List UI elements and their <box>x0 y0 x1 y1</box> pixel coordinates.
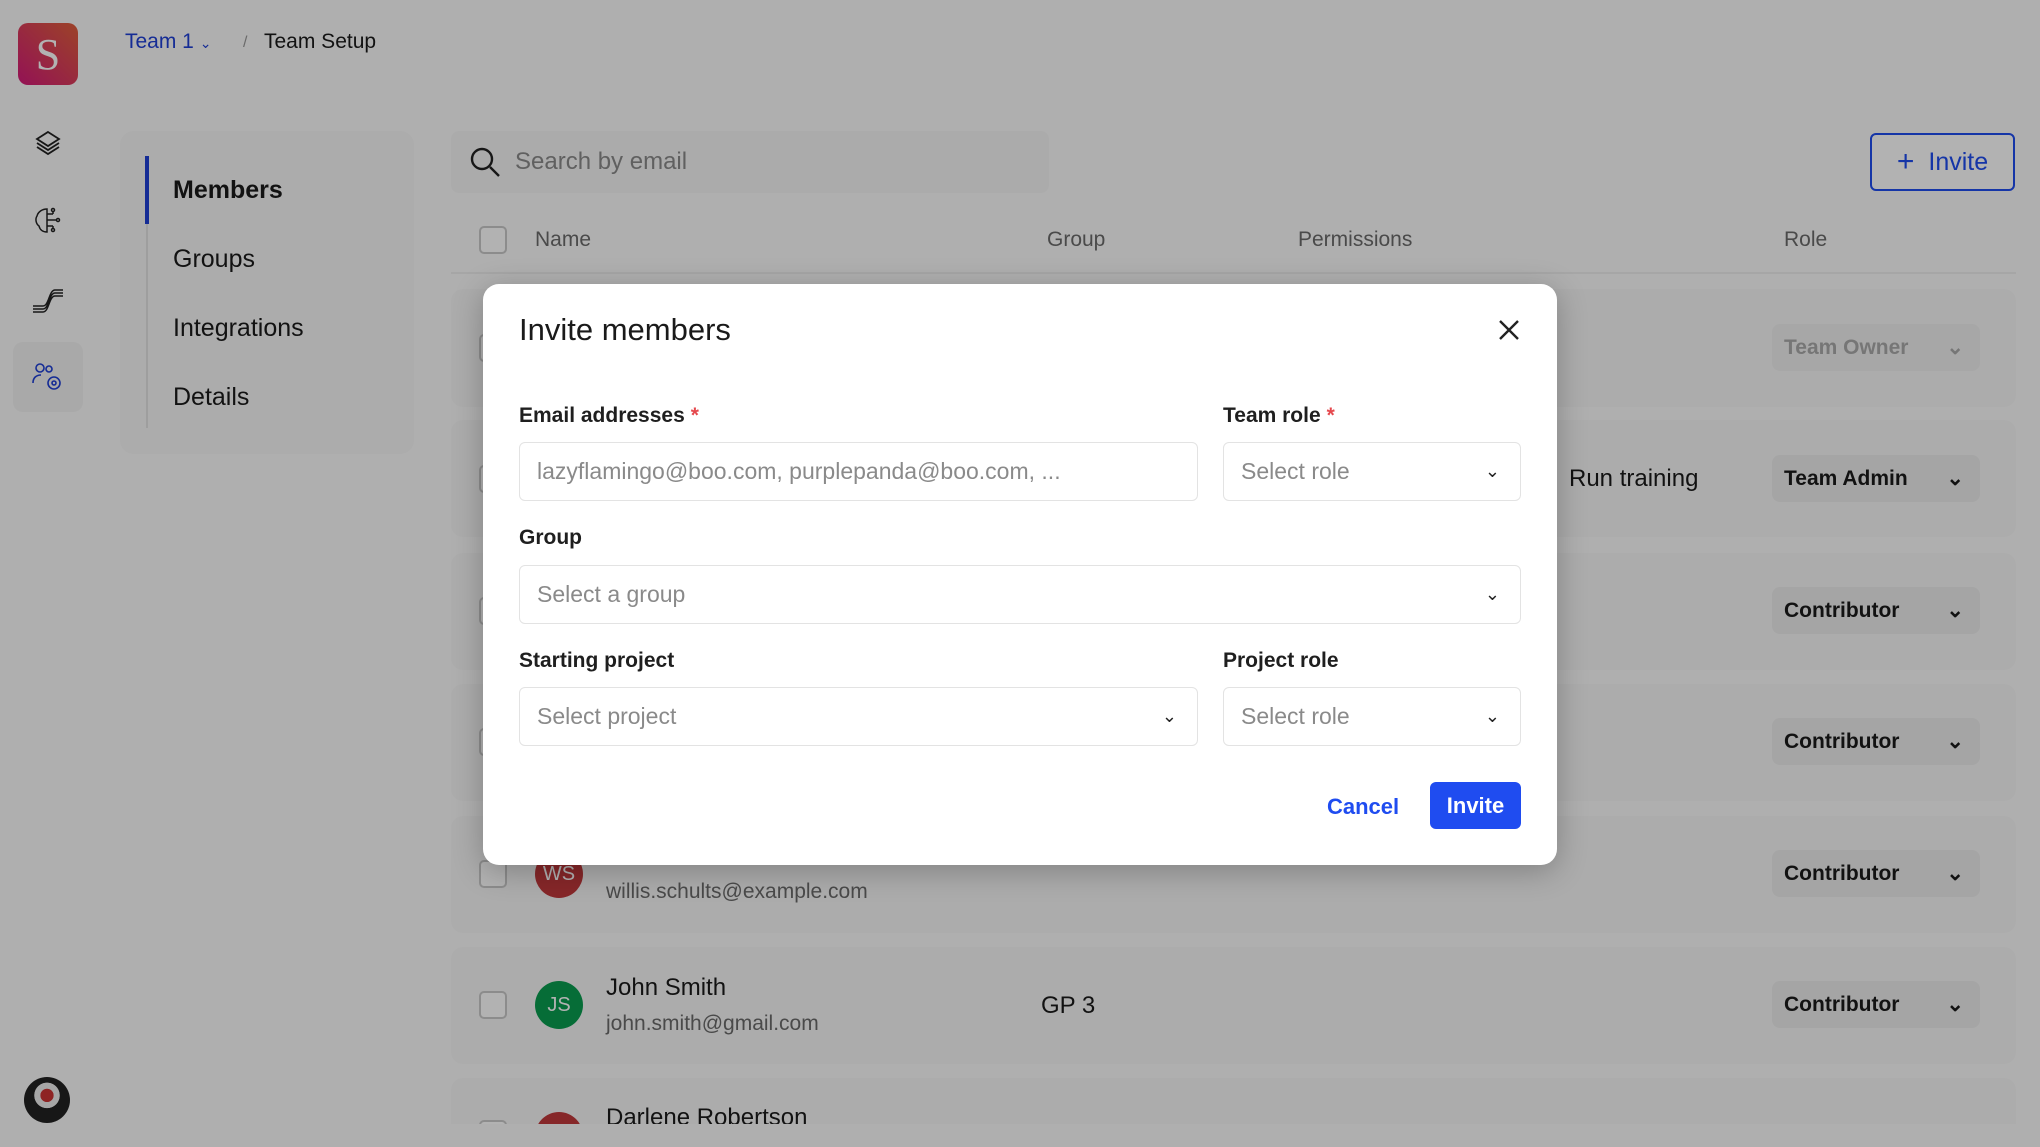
group-select[interactable]: Select a group ⌄ <box>519 565 1521 624</box>
invite-submit-button[interactable]: Invite <box>1430 782 1521 829</box>
chevron-down-icon: ⌄ <box>1484 584 1500 604</box>
close-icon[interactable] <box>1493 314 1525 346</box>
cancel-button[interactable]: Cancel <box>1327 794 1399 820</box>
email-label: Email addresses * <box>519 404 699 427</box>
starting-project-select[interactable]: Select project ⌄ <box>519 687 1198 746</box>
project-role-select[interactable]: Select role ⌄ <box>1223 687 1521 746</box>
starting-project-label: Starting project <box>519 649 675 672</box>
team-role-label: Team role * <box>1223 404 1335 427</box>
team-role-select[interactable]: Select role ⌄ <box>1223 442 1521 501</box>
chevron-down-icon: ⌄ <box>1484 706 1500 726</box>
chevron-down-icon: ⌄ <box>1161 706 1177 726</box>
email-input[interactable]: lazyflamingo@boo.com, purplepanda@boo.co… <box>519 442 1198 501</box>
dialog-title: Invite members <box>519 312 731 347</box>
group-label: Group <box>519 526 582 549</box>
project-role-label: Project role <box>1223 649 1339 672</box>
chevron-down-icon: ⌄ <box>1484 461 1500 481</box>
invite-members-dialog: Invite members Email addresses * lazyflam… <box>483 284 1557 865</box>
